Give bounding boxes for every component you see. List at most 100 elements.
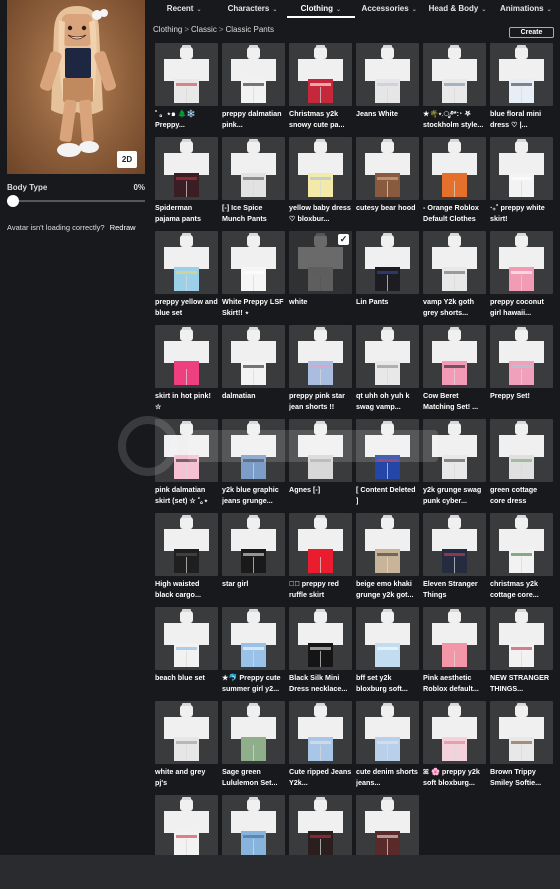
item-name[interactable]: Spiderman pajama pants	[155, 203, 218, 224]
item-name[interactable]: beige emo khaki grunge y2k got...	[356, 579, 419, 600]
item-card[interactable]: star girl	[222, 513, 285, 607]
item-card[interactable]: ★🐬 Preppy cute summer girl y2...	[222, 607, 285, 701]
item-thumbnail[interactable]	[423, 137, 486, 200]
item-name[interactable]: ★🌴⋆.ೃ࿔*:･ 𖤐 stockholm style...	[423, 109, 486, 130]
view-2d-toggle-button[interactable]: 2D	[117, 151, 137, 168]
item-name[interactable]: y2k grunge swag punk cyber...	[423, 485, 486, 506]
item-name[interactable]: preppy pink star jean shorts !!	[289, 391, 352, 412]
item-thumbnail[interactable]	[356, 231, 419, 294]
item-thumbnail[interactable]	[155, 137, 218, 200]
item-name[interactable]: cute denim shorts jeans...	[356, 767, 419, 788]
item-thumbnail[interactable]	[289, 419, 352, 482]
item-name[interactable]: christmas y2k cottage core...	[490, 579, 553, 600]
item-thumbnail[interactable]	[222, 701, 285, 764]
item-name[interactable]: White Preppy LSF Skirt!! ⋆	[222, 297, 285, 318]
item-name[interactable]: Agnes [-]	[289, 485, 352, 506]
item-thumbnail[interactable]	[490, 43, 553, 106]
item-card[interactable]: Lin Pants	[356, 231, 419, 325]
item-thumbnail[interactable]	[356, 419, 419, 482]
item-thumbnail[interactable]	[289, 701, 352, 764]
item-card[interactable]: preppy dalmatian pink...	[222, 43, 285, 137]
item-card[interactable]: White Preppy LSF Skirt!! ⋆	[222, 231, 285, 325]
item-card[interactable]: Spiderman pajama pants	[155, 137, 218, 231]
item-thumbnail[interactable]	[356, 137, 419, 200]
item-thumbnail[interactable]	[490, 701, 553, 764]
item-name[interactable]: qt uhh oh yuh k swag vamp...	[356, 391, 419, 412]
item-name[interactable]: Cute ripped Jeans Y2k...	[289, 767, 352, 788]
item-card[interactable]: y2k grunge swag punk cyber...	[423, 419, 486, 513]
item-thumbnail[interactable]	[423, 513, 486, 576]
item-thumbnail[interactable]	[423, 607, 486, 670]
item-name[interactable]: pink dalmatian skirt (set) ☆ ˚｡⋆	[155, 485, 218, 506]
item-card[interactable]: christmas y2k cottage core...	[490, 513, 553, 607]
tab-accessories[interactable]: Accessories ⌄	[355, 0, 423, 18]
item-card[interactable]: High waisted black cargo...	[155, 513, 218, 607]
tab-recent[interactable]: Recent ⌄	[150, 0, 218, 18]
item-card[interactable]: - Orange Roblox Default Clothes	[423, 137, 486, 231]
item-thumbnail[interactable]	[222, 43, 285, 106]
item-card[interactable]: preppy coconut girl hawaii...	[490, 231, 553, 325]
tab-characters[interactable]: Characters ⌄	[218, 0, 286, 18]
item-card[interactable]: Jeans White	[356, 43, 419, 137]
item-name[interactable]: Black Silk Mini Dress necklace...	[289, 673, 352, 694]
item-thumbnail[interactable]	[490, 137, 553, 200]
item-thumbnail[interactable]	[289, 43, 352, 106]
item-card[interactable]: blue floral mini dress ♡ |...	[490, 43, 553, 137]
item-name[interactable]: NEW STRANGER THINGS...	[490, 673, 553, 694]
item-name[interactable]: High waisted black cargo...	[155, 579, 218, 600]
item-name[interactable]: white	[289, 297, 352, 318]
item-card[interactable]: beach blue set	[155, 607, 218, 701]
tab-animations[interactable]: Animations ⌄	[492, 0, 560, 18]
item-card[interactable]: white and grey pj's	[155, 701, 218, 795]
item-card[interactable]: preppy pink star jean shorts !!	[289, 325, 352, 419]
breadcrumb-clothing[interactable]: Clothing	[153, 25, 182, 34]
item-card[interactable]: beige emo khaki grunge y2k got...	[356, 513, 419, 607]
item-card[interactable]: ★🌴⋆.ೃ࿔*:･ 𖤐 stockholm style...	[423, 43, 486, 137]
item-name[interactable]: ˚ 。⋆๑ 🌲❄️ Preppy...	[155, 109, 218, 130]
item-card[interactable]: Sage green Lululemon Set...	[222, 701, 285, 795]
tab-head-body[interactable]: Head & Body ⌄	[423, 0, 491, 18]
item-thumbnail[interactable]	[155, 513, 218, 576]
item-thumbnail[interactable]	[423, 701, 486, 764]
item-card[interactable]: [-] Ice Spice Munch Pants	[222, 137, 285, 231]
item-card[interactable]: ☆ﾟ preppy red ruffle skirt	[289, 513, 352, 607]
item-thumbnail[interactable]	[356, 701, 419, 764]
tab-clothing[interactable]: Clothing ⌄	[286, 0, 355, 18]
item-name[interactable]: yellow baby dress ♡ bloxbur...	[289, 203, 352, 224]
item-name[interactable]: cutesy bear hood	[356, 203, 419, 224]
item-thumbnail[interactable]	[222, 325, 285, 388]
item-name[interactable]: Sage green Lululemon Set...	[222, 767, 285, 788]
item-card[interactable]: skirt in hot pink! ☆	[155, 325, 218, 419]
item-card[interactable]: ✓ white	[289, 231, 352, 325]
item-name[interactable]: preppy coconut girl hawaii...	[490, 297, 553, 318]
item-card[interactable]: y2k blue graphic jeans grunge...	[222, 419, 285, 513]
item-card[interactable]: Agnes [-]	[289, 419, 352, 513]
item-thumbnail[interactable]	[222, 607, 285, 670]
item-name[interactable]: [-] Ice Spice Munch Pants	[222, 203, 285, 224]
item-thumbnail[interactable]	[289, 137, 352, 200]
item-thumbnail[interactable]	[356, 325, 419, 388]
item-name[interactable]: green cottage core dress	[490, 485, 553, 506]
item-card[interactable]: [ Content Deleted ]	[356, 419, 419, 513]
item-card[interactable]: dalmatian	[222, 325, 285, 419]
item-name[interactable]: Lin Pants	[356, 297, 419, 318]
item-card[interactable]: Black Silk Mini Dress necklace...	[289, 607, 352, 701]
item-name[interactable]: Eleven Stranger Things	[423, 579, 486, 600]
item-card[interactable]: cute denim shorts jeans...	[356, 701, 419, 795]
item-thumbnail[interactable]	[490, 325, 553, 388]
item-name[interactable]: ★🐬 Preppy cute summer girl y2...	[222, 673, 285, 694]
item-thumbnail[interactable]	[356, 43, 419, 106]
item-thumbnail[interactable]	[289, 607, 352, 670]
item-card[interactable]: yellow baby dress ♡ bloxbur...	[289, 137, 352, 231]
item-card[interactable]: ‧₊˚ preppy white skirt!	[490, 137, 553, 231]
item-name[interactable]: Preppy Set!	[490, 391, 553, 412]
item-card[interactable]: vamp Y2k goth grey shorts...	[423, 231, 486, 325]
slider-thumb[interactable]	[7, 195, 19, 207]
item-thumbnail[interactable]	[222, 231, 285, 294]
item-name[interactable]: - Orange Roblox Default Clothes	[423, 203, 486, 224]
item-thumbnail[interactable]	[289, 325, 352, 388]
item-card[interactable]: Brown Trippy Smiley Softie...	[490, 701, 553, 795]
body-type-slider[interactable]	[7, 195, 145, 207]
item-thumbnail[interactable]	[289, 513, 352, 576]
item-thumbnail[interactable]	[222, 137, 285, 200]
